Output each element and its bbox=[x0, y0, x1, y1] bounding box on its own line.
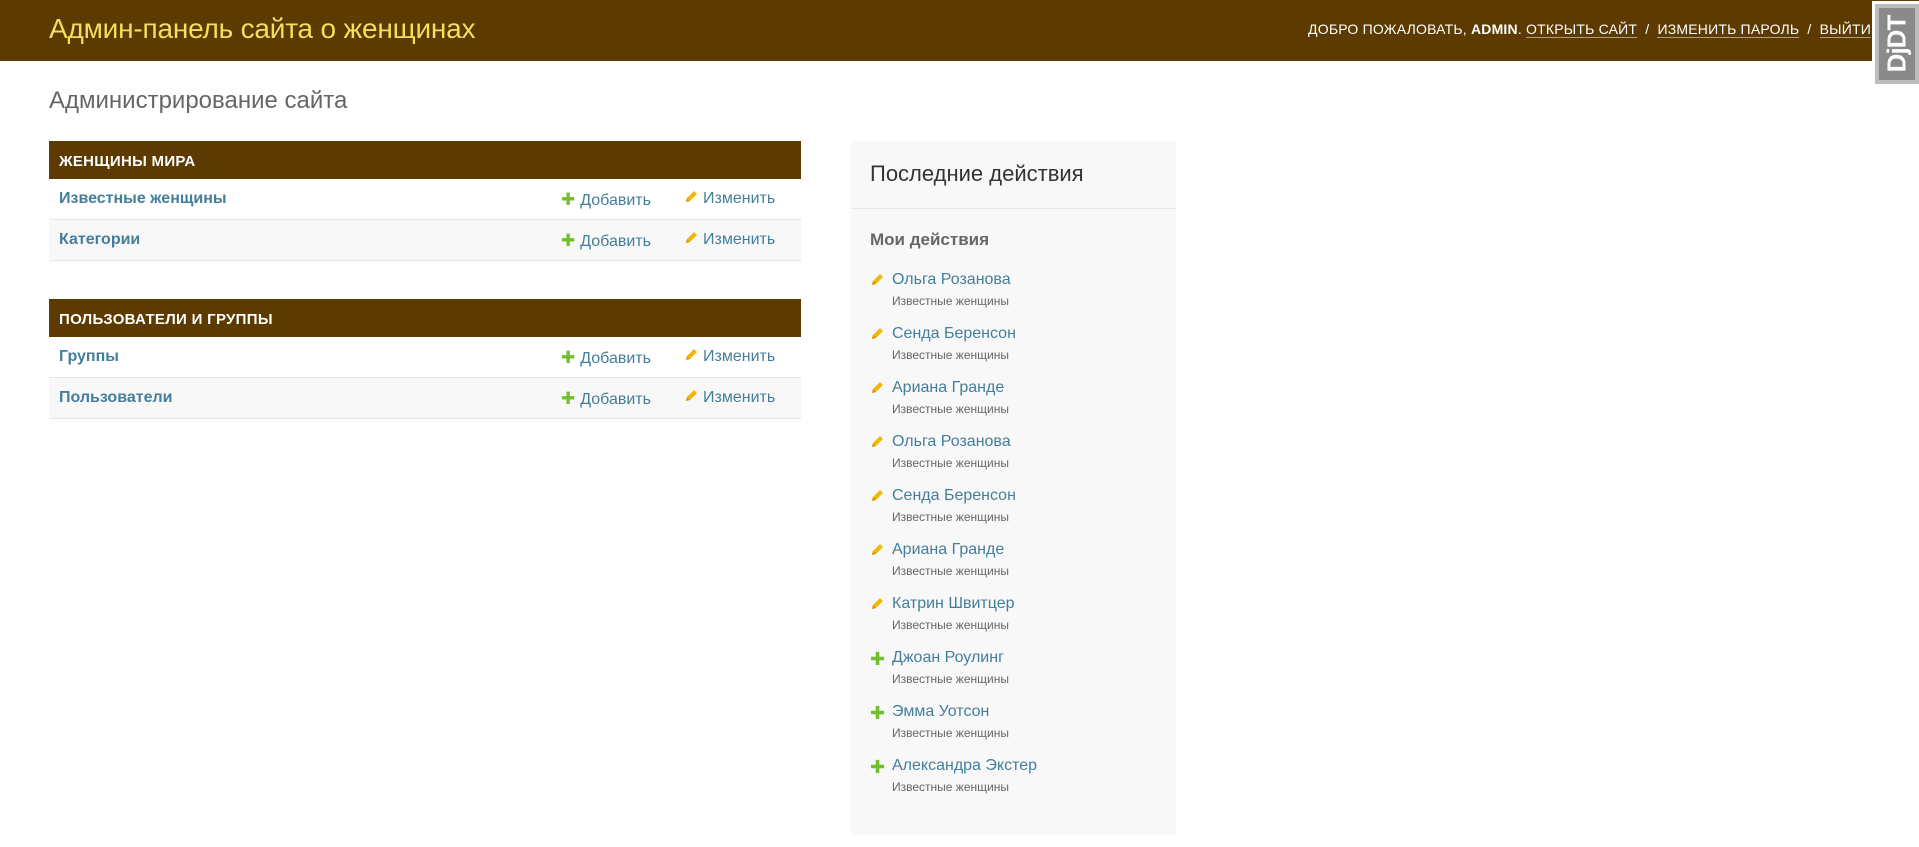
header: Админ-панель сайта о женщинах Добро пожа… bbox=[0, 0, 1919, 61]
recent-action-link[interactable]: Ольга Розанова bbox=[892, 433, 1011, 451]
recent-action-item: Катрин Швитцер Известные женщины bbox=[870, 595, 1170, 645]
pencil-icon bbox=[870, 327, 886, 343]
pencil-icon bbox=[870, 435, 886, 451]
change-password-link[interactable]: Изменить пароль bbox=[1657, 21, 1800, 38]
add-link[interactable]: ✚ Добавить bbox=[561, 348, 651, 368]
welcome-text: Добро пожаловать, bbox=[1308, 21, 1467, 37]
change-link[interactable]: Изменить bbox=[684, 231, 775, 249]
plus-icon: ✚ bbox=[561, 190, 576, 209]
model-link[interactable]: Известные женщины bbox=[59, 190, 227, 208]
add-link[interactable]: ✚ Добавить bbox=[561, 231, 651, 251]
recent-action-type: Известные женщины bbox=[892, 348, 1009, 362]
change-label: Изменить bbox=[703, 231, 776, 248]
recent-action-item: ✚ Эмма Уотсон Известные женщины bbox=[870, 703, 1170, 753]
app-module-auth: Пользователи и группы Группы ✚ Добавить И… bbox=[49, 299, 801, 419]
my-actions-heading: Мои действия bbox=[870, 230, 990, 249]
model-row: Группы ✚ Добавить Изменить bbox=[49, 337, 801, 378]
recent-action-link[interactable]: Ариана Гранде bbox=[892, 379, 1004, 397]
username: admin bbox=[1470, 21, 1518, 37]
recent-actions-panel: Последние действия Мои действия Ольга Ро… bbox=[851, 141, 1176, 835]
separator: / bbox=[1645, 21, 1650, 37]
site-title[interactable]: Админ-панель сайта о женщинах bbox=[49, 13, 476, 45]
pencil-icon bbox=[870, 381, 886, 397]
recent-action-link[interactable]: Эмма Уотсон bbox=[892, 703, 989, 721]
user-tools: Добро пожаловать, admin. Открыть сайт / … bbox=[1308, 21, 1871, 38]
recent-action-item: Ольга Розанова Известные женщины bbox=[870, 271, 1170, 321]
recent-action-type: Известные женщины bbox=[892, 672, 1009, 686]
model-row: Категории ✚ Добавить Изменить bbox=[49, 220, 801, 261]
change-link[interactable]: Изменить bbox=[684, 190, 775, 208]
recent-action-type: Известные женщины bbox=[892, 564, 1009, 578]
model-link[interactable]: Категории bbox=[59, 231, 140, 249]
model-link[interactable]: Пользователи bbox=[59, 389, 172, 407]
recent-action-link[interactable]: Ариана Гранде bbox=[892, 541, 1004, 559]
separator: / bbox=[1807, 21, 1812, 37]
recent-action-type: Известные женщины bbox=[892, 618, 1009, 632]
recent-action-item: Ольга Розанова Известные женщины bbox=[870, 433, 1170, 483]
recent-action-item: Ариана Гранде Известные женщины bbox=[870, 379, 1170, 429]
recent-action-type: Известные женщины bbox=[892, 726, 1009, 740]
plus-icon: ✚ bbox=[870, 649, 886, 669]
pencil-icon bbox=[870, 543, 886, 559]
plus-icon: ✚ bbox=[870, 757, 886, 777]
change-label: Изменить bbox=[703, 348, 776, 365]
pencil-icon bbox=[686, 191, 697, 202]
recent-action-link[interactable]: Ольга Розанова bbox=[892, 271, 1011, 289]
recent-action-item: Сенда Беренсон Известные женщины bbox=[870, 487, 1170, 537]
pencil-icon bbox=[686, 232, 697, 243]
module-caption[interactable]: Женщины мира bbox=[49, 141, 801, 179]
plus-icon: ✚ bbox=[561, 231, 576, 250]
recent-action-type: Известные женщины bbox=[892, 294, 1009, 308]
pencil-icon bbox=[870, 273, 886, 289]
recent-action-link[interactable]: Катрин Швитцер bbox=[892, 595, 1015, 613]
recent-action-link[interactable]: Сенда Беренсон bbox=[892, 325, 1016, 343]
pencil-icon bbox=[870, 597, 886, 613]
add-label: Добавить bbox=[580, 233, 651, 250]
model-row: Пользователи ✚ Добавить Изменить bbox=[49, 378, 801, 419]
recent-action-link[interactable]: Джоан Роулинг bbox=[892, 649, 1004, 667]
plus-icon: ✚ bbox=[561, 389, 576, 408]
recent-action-type: Известные женщины bbox=[892, 402, 1009, 416]
model-row: Известные женщины ✚ Добавить Изменить bbox=[49, 179, 801, 220]
module-caption[interactable]: Пользователи и группы bbox=[49, 299, 801, 337]
recent-action-item: ✚ Александра Экстер Известные женщины bbox=[870, 757, 1170, 807]
plus-icon: ✚ bbox=[870, 703, 886, 723]
add-link[interactable]: ✚ Добавить bbox=[561, 389, 651, 409]
change-link[interactable]: Изменить bbox=[684, 348, 775, 366]
recent-action-link[interactable]: Александра Экстер bbox=[892, 757, 1037, 775]
change-label: Изменить bbox=[703, 389, 776, 406]
model-link[interactable]: Группы bbox=[59, 348, 119, 366]
logout-link[interactable]: Выйти bbox=[1819, 21, 1871, 38]
pencil-icon bbox=[686, 349, 697, 360]
debug-toolbar-handle[interactable]: DjDT bbox=[1872, 1, 1919, 87]
recent-action-item: ✚ Джоан Роулинг Известные женщины bbox=[870, 649, 1170, 699]
recent-action-item: Ариана Гранде Известные женщины bbox=[870, 541, 1170, 591]
plus-icon: ✚ bbox=[561, 348, 576, 367]
add-label: Добавить bbox=[580, 391, 651, 408]
pencil-icon bbox=[870, 489, 886, 505]
debug-toolbar-label: DjDT bbox=[1881, 15, 1912, 73]
recent-action-link[interactable]: Сенда Беренсон bbox=[892, 487, 1016, 505]
recent-action-type: Известные женщины bbox=[892, 510, 1009, 524]
view-site-link[interactable]: Открыть сайт bbox=[1526, 21, 1638, 38]
pencil-icon bbox=[686, 390, 697, 401]
change-link[interactable]: Изменить bbox=[684, 389, 775, 407]
app-module-women: Женщины мира Известные женщины ✚ Добавить… bbox=[49, 141, 801, 261]
page-title: Администрирование сайта bbox=[49, 87, 348, 114]
change-label: Изменить bbox=[703, 190, 776, 207]
divider bbox=[851, 208, 1176, 209]
recent-actions-title: Последние действия bbox=[870, 161, 1084, 186]
recent-action-item: Сенда Беренсон Известные женщины bbox=[870, 325, 1170, 375]
recent-action-type: Известные женщины bbox=[892, 780, 1009, 794]
add-label: Добавить bbox=[580, 350, 651, 367]
add-link[interactable]: ✚ Добавить bbox=[561, 190, 651, 210]
recent-action-type: Известные женщины bbox=[892, 456, 1009, 470]
add-label: Добавить bbox=[580, 192, 651, 209]
